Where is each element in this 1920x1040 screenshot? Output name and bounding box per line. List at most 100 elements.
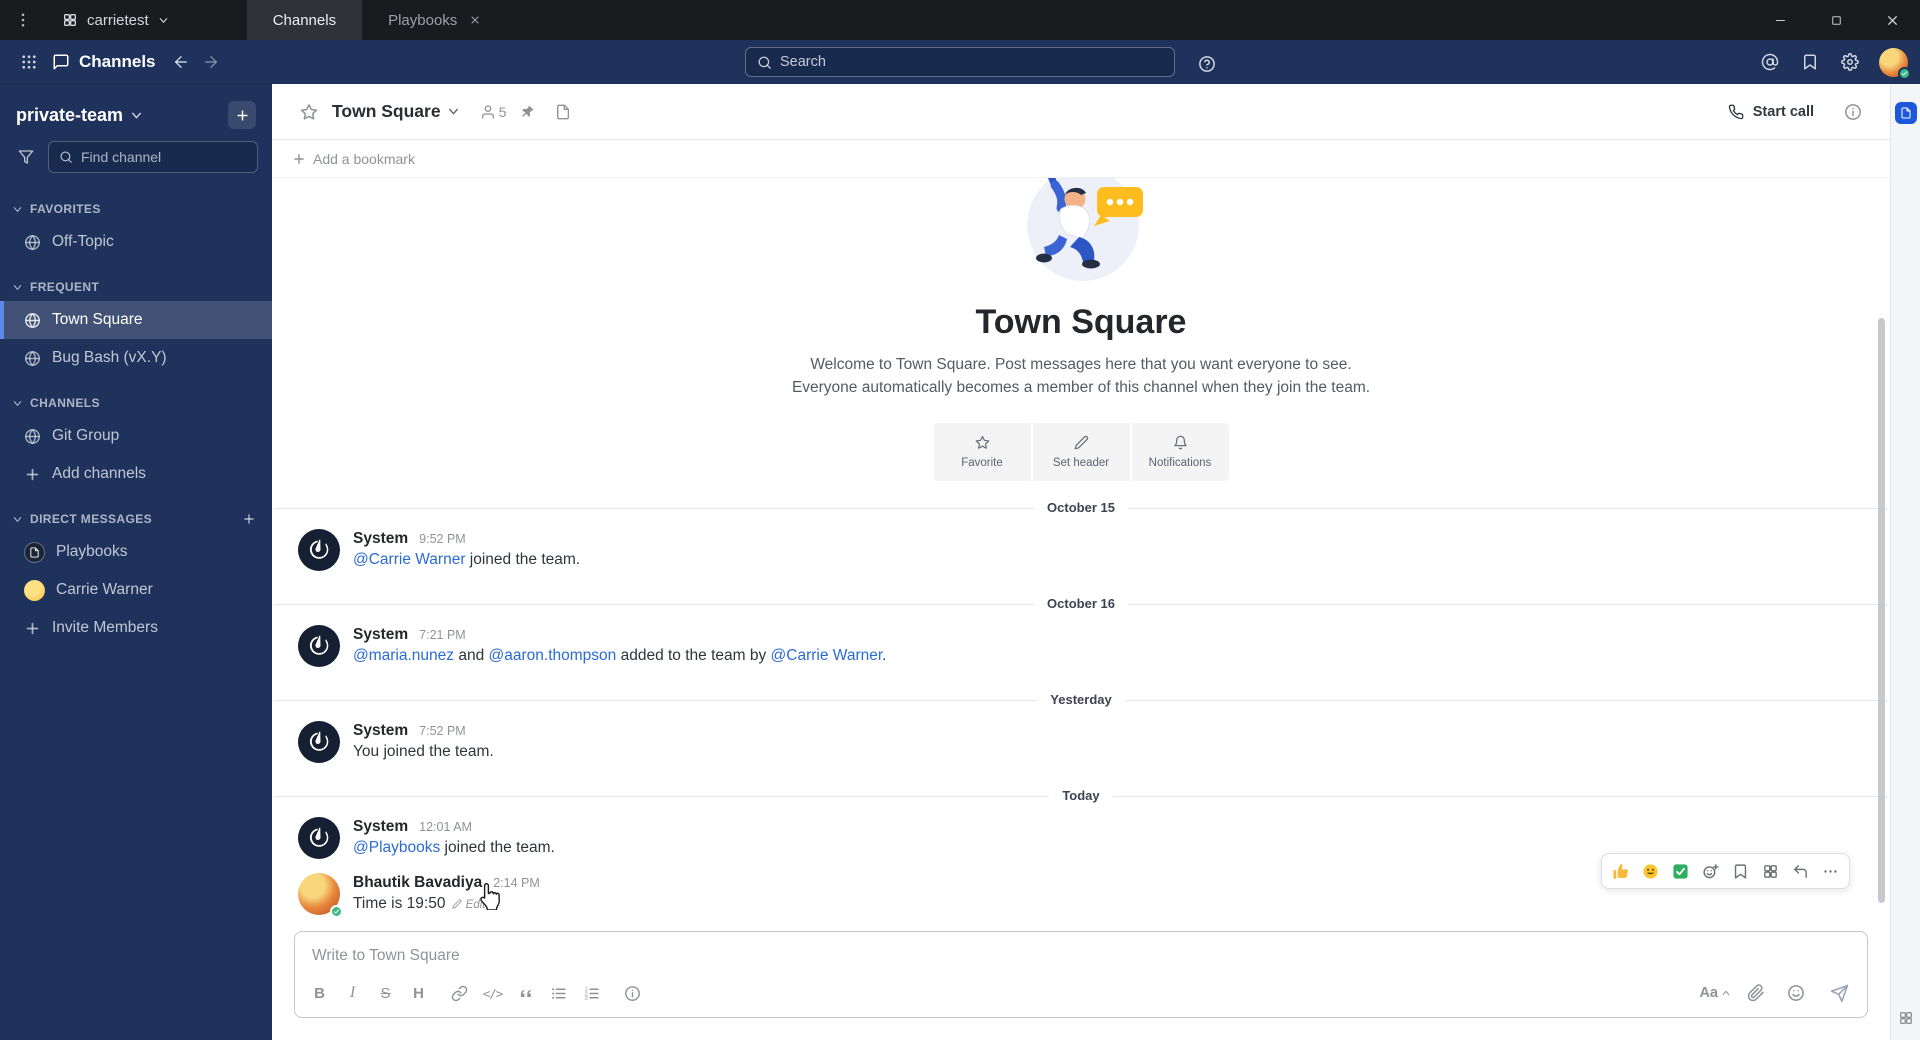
section-header[interactable]: FREQUENT — [0, 275, 272, 301]
global-header: Channels — [0, 40, 1920, 84]
attach-file-button[interactable] — [1741, 978, 1771, 1008]
app-menu-button[interactable] — [0, 0, 46, 40]
add-reaction-button[interactable] — [1696, 857, 1725, 885]
minimize-button[interactable] — [1752, 0, 1808, 40]
message-row: System 7:21 PM @maria.nunez and @aaron.th… — [272, 617, 1890, 673]
channel-filter-button[interactable] — [12, 142, 40, 172]
channel-members-button[interactable]: 5 — [480, 104, 506, 120]
reply-button[interactable] — [1786, 857, 1815, 885]
team-menu-button[interactable]: private-team — [16, 105, 143, 126]
mention-link[interactable]: @maria.nunez — [353, 647, 454, 664]
quick-reaction-thumbs-up[interactable] — [1606, 857, 1635, 885]
minimize-icon — [1773, 13, 1788, 28]
product-switcher-button[interactable] — [12, 46, 46, 78]
toggle-formatting-button[interactable]: Aa — [1699, 985, 1731, 1001]
heading-button[interactable]: H — [402, 978, 435, 1008]
channel-files-button[interactable] — [548, 97, 578, 127]
section-header[interactable]: CHANNELS — [0, 391, 272, 417]
mention-link[interactable]: @aaron.thompson — [489, 647, 617, 664]
message-row: System 9:52 PM @Carrie Warner joined the … — [272, 521, 1890, 577]
app-bar-playbooks-button[interactable] — [1894, 102, 1917, 124]
formatting-help-button[interactable] — [616, 978, 649, 1008]
save-message-button[interactable] — [1726, 857, 1755, 885]
sidebar-section-channels: CHANNELS Git Group Add channels — [0, 391, 272, 493]
sidebar-item-off-topic[interactable]: Off-Topic — [0, 223, 272, 261]
tab-playbooks[interactable]: Playbooks — [362, 0, 507, 40]
add-bookmark-button[interactable]: Add a bookmark — [313, 151, 415, 167]
team-switcher[interactable]: carrietest — [46, 0, 185, 40]
message-row-hovered: Bhautik Bavadiya 2:14 PM Time is 19:50 Ed… — [272, 853, 1890, 921]
add-channel-button[interactable] — [228, 101, 256, 129]
message-actions-button[interactable] — [1756, 857, 1785, 885]
channel-intro-description: Welcome to Town Square. Post messages he… — [791, 356, 1371, 396]
sidebar-item-carrie-warner-dm[interactable]: Carrie Warner — [0, 571, 272, 609]
user-avatar[interactable] — [1879, 47, 1911, 80]
tab-channels[interactable]: Channels — [246, 0, 363, 40]
sidebar-item-town-square[interactable]: Town Square — [0, 301, 272, 339]
pencil-icon — [1074, 435, 1089, 450]
sidebar-item-bug-bash[interactable]: Bug Bash (vX.Y) — [0, 339, 272, 377]
message-sender: System — [353, 626, 409, 643]
scrollbar-thumb[interactable] — [1878, 318, 1885, 903]
message-text: @maria.nunez and @aaron.thompson added t… — [353, 647, 887, 664]
app-bar-marketplace-button[interactable] — [1898, 1010, 1914, 1026]
message-input[interactable] — [295, 932, 1867, 973]
team-switcher-label: carrietest — [87, 11, 149, 29]
find-channel-box[interactable] — [48, 141, 258, 173]
mention-link[interactable]: @Playbooks — [353, 839, 440, 856]
grid-icon — [20, 53, 38, 71]
message-sender: Bhautik Bavadiya — [353, 874, 483, 891]
more-actions-button[interactable] — [1816, 857, 1845, 885]
window-controls — [1752, 0, 1920, 40]
sidebar-item-git-group[interactable]: Git Group — [0, 417, 272, 455]
team-icon — [62, 12, 78, 28]
section-header[interactable]: DIRECT MESSAGES — [0, 507, 272, 533]
quick-reaction-grinning[interactable] — [1636, 857, 1665, 885]
close-button[interactable] — [1864, 0, 1920, 40]
channel-name-menu[interactable]: Town Square — [332, 101, 460, 122]
maximize-button[interactable] — [1808, 0, 1864, 40]
notifications-button[interactable]: Notifications — [1131, 423, 1229, 481]
italic-button[interactable]: I — [336, 978, 369, 1008]
find-channel-input[interactable] — [81, 149, 247, 165]
history-back-button[interactable] — [166, 47, 196, 77]
settings-button[interactable] — [1833, 46, 1867, 78]
search-input[interactable] — [780, 54, 1163, 70]
bold-button[interactable]: B — [303, 978, 336, 1008]
link-button[interactable] — [443, 978, 476, 1008]
favorite-button[interactable]: Favorite — [933, 423, 1031, 481]
saved-posts-button[interactable] — [1793, 46, 1827, 78]
favorite-channel-button[interactable] — [294, 97, 324, 127]
section-header[interactable]: FAVORITES — [0, 197, 272, 223]
history-forward-button[interactable] — [196, 47, 226, 77]
sidebar-item-add-channels[interactable]: Add channels — [0, 455, 272, 493]
send-message-button[interactable] — [1821, 978, 1857, 1008]
bulleted-list-button[interactable] — [542, 978, 575, 1008]
emoji-picker-button[interactable] — [1781, 978, 1811, 1008]
message-sender: System — [353, 722, 409, 739]
add-direct-message-button[interactable] — [242, 512, 256, 526]
message-list: Town Square Welcome to Town Square. Post… — [272, 178, 1890, 925]
set-header-button[interactable]: Set header — [1032, 423, 1130, 481]
sidebar-item-playbooks-dm[interactable]: Playbooks — [0, 533, 272, 571]
start-call-button[interactable]: Start call — [1720, 98, 1822, 126]
chevron-down-icon — [447, 105, 460, 118]
code-button[interactable]: </> — [476, 978, 509, 1008]
mentions-button[interactable] — [1753, 46, 1787, 78]
quick-reaction-check-mark[interactable] — [1666, 857, 1695, 885]
chevron-down-icon — [130, 109, 143, 122]
mention-link[interactable]: @Carrie Warner — [771, 647, 883, 664]
mention-link[interactable]: @Carrie Warner — [353, 551, 465, 568]
pinned-posts-button[interactable] — [512, 97, 542, 127]
online-status-badge — [1898, 66, 1911, 80]
strikethrough-button[interactable]: S — [369, 978, 402, 1008]
help-button[interactable] — [1190, 48, 1224, 80]
global-search[interactable] — [745, 47, 1175, 77]
tab-close-button[interactable] — [469, 14, 481, 26]
numbered-list-button[interactable] — [575, 978, 608, 1008]
channel-sidebar: private-team FAVORITES Off-Topic — [0, 84, 272, 1040]
globe-icon — [24, 428, 41, 445]
sidebar-item-invite-members[interactable]: Invite Members — [0, 609, 272, 647]
channel-info-button[interactable] — [1838, 97, 1868, 127]
quote-button[interactable] — [509, 978, 542, 1008]
